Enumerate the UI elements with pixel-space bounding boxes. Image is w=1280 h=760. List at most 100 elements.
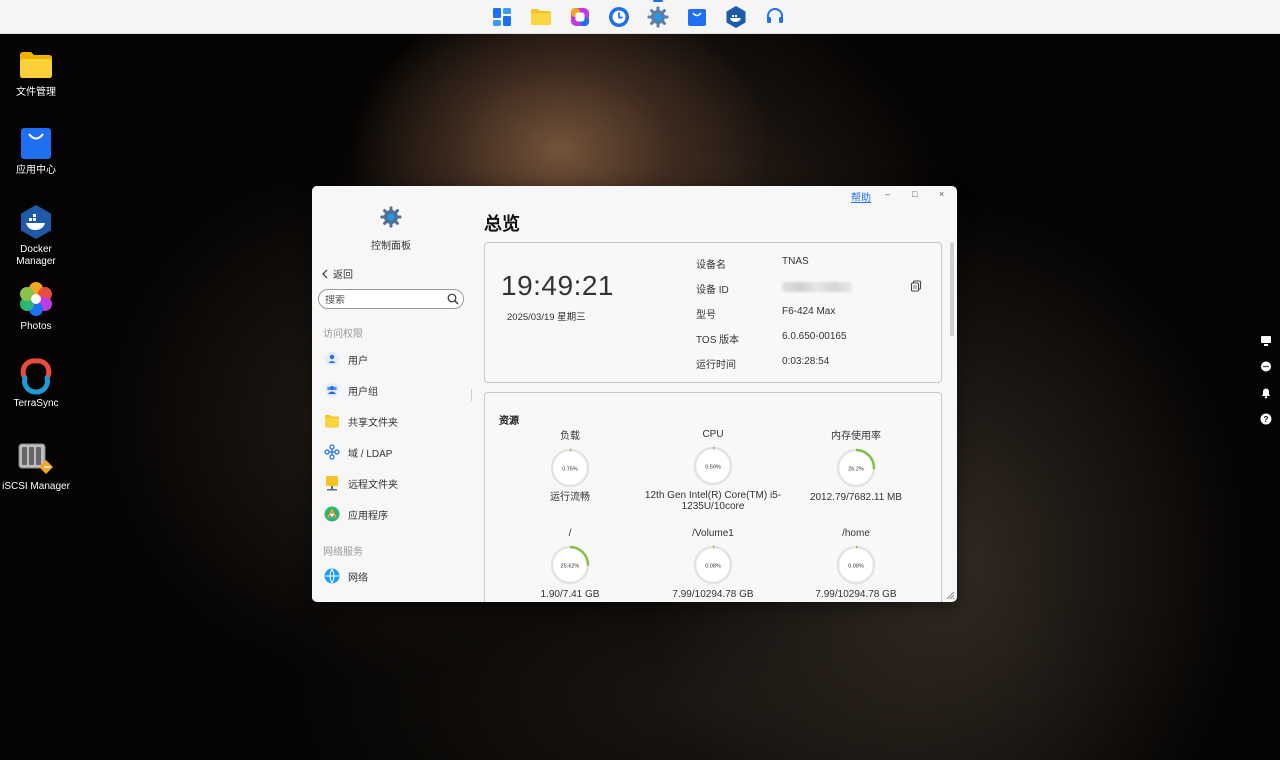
resource-detail: 12th Gen Intel(R) Core(TM) i5-1235U/10co… (644, 490, 782, 512)
control-panel-header: 控制面板 (312, 206, 470, 252)
resource-label: / (568, 528, 572, 539)
desktop-icon-label: iSCSI Manager (2, 481, 70, 492)
close-button[interactable]: × (939, 189, 944, 199)
resource-label: 内存使用率 (831, 431, 881, 442)
section-label-network: 网络服务 (323, 547, 363, 558)
search-icon[interactable] (447, 293, 459, 305)
maximize-button[interactable]: □ (912, 189, 917, 199)
sync-icon (20, 358, 52, 395)
back-label: 返回 (333, 270, 353, 281)
gear-icon (647, 6, 669, 28)
dock-docker[interactable] (724, 5, 748, 29)
gauge-percent: 25.62% (561, 564, 580, 570)
desktop-icon-file-manager[interactable]: 文件管理 (0, 47, 72, 99)
device-id-label: 设备 ID (696, 285, 729, 296)
resource-gauge: 26.2% (836, 448, 876, 488)
resource-label: 负载 (560, 431, 580, 442)
gear-icon (380, 206, 402, 228)
page-title: 总览 (484, 214, 520, 234)
copy-icon[interactable] (910, 280, 922, 292)
help-link[interactable]: 帮助 (851, 189, 871, 204)
resource-detail: 1.90/7.41 GB (540, 589, 600, 600)
desktop-icon-label: 应用中心 (16, 165, 56, 176)
sidebar-item-shared-folders[interactable]: 共享文件夹 (324, 411, 398, 431)
sidebar: 控制面板 返回 访问权限 用户 用户组 (312, 186, 472, 602)
shared-folder-icon (324, 413, 340, 429)
resize-handle-icon[interactable] (945, 590, 955, 600)
user-icon (324, 351, 340, 367)
resources-title: 资源 (499, 416, 519, 427)
desktop-icon-photos[interactable]: Photos (0, 281, 72, 333)
main-scrollbar[interactable] (950, 242, 954, 336)
dock-app-launcher[interactable] (490, 5, 514, 29)
dock-photos[interactable] (568, 5, 592, 29)
desktop-icon-label: TerraSync (13, 398, 59, 409)
dock (490, 0, 787, 29)
current-time: 19:49:21 (501, 270, 614, 301)
resource-gauge: 25.62% (550, 545, 590, 585)
dock-backup[interactable] (607, 5, 631, 29)
sidebar-item-label: 用户组 (348, 386, 378, 398)
docker-icon (21, 205, 51, 239)
back-button[interactable]: 返回 (321, 266, 353, 281)
photos-flower-icon (20, 282, 52, 316)
section-label-access: 访问权限 (323, 329, 363, 340)
headset-icon (767, 8, 783, 23)
resource-gauge: 0.08% (693, 545, 733, 585)
minimize-button[interactable]: – (885, 189, 890, 199)
dock-app-center[interactable] (685, 5, 709, 29)
tray-monitor[interactable] (1259, 334, 1273, 347)
desktop-icon-docker-manager[interactable]: Docker Manager (0, 204, 72, 268)
monitor-icon (1261, 335, 1271, 346)
desktop-icon-terrasync[interactable]: TerraSync (0, 358, 72, 410)
tray-notifications[interactable] (1259, 386, 1273, 399)
sidebar-item-network[interactable]: 网络 (324, 566, 368, 586)
chat-icon (1261, 361, 1271, 371)
resource-gauge: 0.08% (836, 545, 876, 585)
resource-label: /home (842, 528, 870, 539)
user-group-icon (324, 382, 340, 398)
sidebar-item-applications[interactable]: 应用程序 (324, 504, 388, 524)
sidebar-item-label: 用户 (348, 355, 368, 367)
gauge-percent: 0.08% (848, 564, 864, 570)
desktop-icon-label: 文件管理 (16, 87, 56, 98)
uptime-value: 0:03:28:54 (782, 356, 830, 367)
tray-help[interactable]: ? (1259, 412, 1273, 425)
sidebar-title: 控制面板 (371, 241, 411, 252)
resource-volume1: /Volume1 0.08% 7.99/10294.78 GB (638, 528, 788, 600)
resource-load: 负载 0.75% 运行流畅 (495, 431, 645, 503)
resource-gauge: 0.75% (550, 448, 590, 488)
resource-label: /Volume1 (692, 528, 734, 539)
sidebar-item-remote-folders[interactable]: 远程文件夹 (324, 473, 398, 493)
search-input[interactable] (325, 295, 435, 306)
gauge-percent: 0.75% (562, 467, 578, 473)
desktop-icon-app-center[interactable]: 应用中心 (0, 125, 72, 177)
resources-card: 资源 负载 0.75% 运行流畅 CPU 0.59% 12th Gen Inte… (484, 392, 942, 602)
folder-icon (20, 52, 52, 78)
resource-home: /home 0.08% 7.99/10294.78 GB (781, 528, 931, 600)
sidebar-item-user-groups[interactable]: 用户组 (324, 380, 378, 400)
sidebar-item-users[interactable]: 用户 (324, 349, 368, 369)
sidebar-splitter[interactable] (471, 389, 472, 401)
device-info-card: 19:49:21 2025/03/19 星期三 设备名 TNAS 设备 ID 型… (484, 242, 942, 383)
iscsi-icon (18, 443, 53, 474)
network-icon (324, 568, 340, 584)
right-tray: ? (1259, 334, 1273, 425)
docker-icon (726, 6, 746, 28)
gauge-percent: 0.59% (705, 465, 721, 471)
device-id-value-redacted (782, 282, 852, 292)
dock-support[interactable] (763, 5, 787, 29)
dock-control-panel[interactable] (646, 0, 670, 29)
sidebar-item-label: 远程文件夹 (348, 479, 398, 491)
top-dock-bar (0, 0, 1280, 34)
remote-folder-icon (324, 475, 340, 491)
svg-text:?: ? (1264, 415, 1269, 424)
bag-icon (688, 9, 706, 26)
sidebar-item-ldap[interactable]: 域 / LDAP (324, 442, 392, 462)
desktop-icon-iscsi-manager[interactable]: iSCSI Manager (0, 441, 72, 493)
device-name-label: 设备名 (696, 260, 726, 271)
tray-chat[interactable] (1259, 360, 1273, 373)
folder-icon (531, 9, 551, 25)
desktop-icon-label: Photos (20, 321, 52, 332)
dock-file-manager[interactable] (529, 5, 553, 29)
